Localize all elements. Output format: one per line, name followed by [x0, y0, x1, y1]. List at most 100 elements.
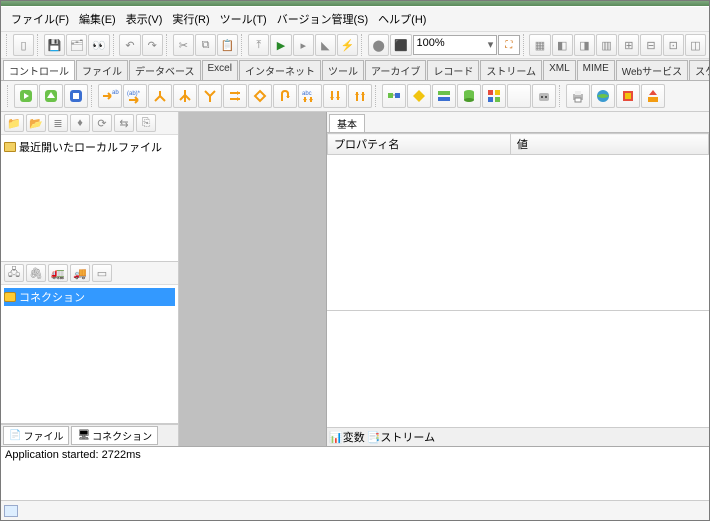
flow-box1-icon[interactable] [382, 84, 406, 108]
file-tree[interactable]: 最近開いたローカルファイル [1, 135, 178, 262]
save-icon[interactable]: 💾 [44, 34, 65, 56]
redo-icon[interactable]: ↷ [142, 34, 163, 56]
category-tab[interactable]: レコード [427, 60, 479, 80]
col-property-name[interactable]: プロパティ名 [328, 134, 511, 155]
branch-diamond-icon[interactable] [248, 84, 272, 108]
node-stop-icon[interactable] [64, 84, 88, 108]
sort-up-icon[interactable] [348, 84, 372, 108]
category-tab[interactable]: XML [543, 60, 576, 80]
node-up-icon[interactable] [39, 84, 63, 108]
category-tab[interactable]: インターネット [239, 60, 321, 80]
connection-tree[interactable]: コネクション [1, 285, 178, 424]
zoom-combo[interactable]: 100% [413, 35, 498, 55]
layout4-icon[interactable]: ⊞ [618, 34, 639, 56]
tree-connection-root[interactable]: コネクション [4, 288, 175, 306]
property-grid[interactable]: プロパティ名 値 [327, 133, 709, 311]
menu-bar: ファイル(F) 編集(E) 表示(V) 実行(R) ツール(T) バージョン管理… [1, 7, 709, 32]
zoom-fit-icon[interactable]: ⛶ [498, 35, 519, 55]
branch-split3-icon[interactable] [173, 84, 197, 108]
menu-run[interactable]: 実行(R) [168, 9, 213, 29]
category-tab[interactable]: データベース [129, 60, 201, 80]
align-top-icon[interactable]: ⤒ [248, 34, 269, 56]
flow-db-icon[interactable] [457, 84, 481, 108]
col-property-value[interactable]: 値 [510, 134, 708, 155]
flow-diamond-icon[interactable] [407, 84, 431, 108]
category-tab[interactable]: アーカイブ [365, 60, 426, 80]
conn-truck2-icon[interactable]: 🚚 [70, 264, 90, 282]
menu-view[interactable]: 表示(V) [122, 9, 167, 29]
fast-run-icon[interactable]: ⚡ [337, 34, 358, 56]
tab-connection[interactable]: 🖥コネクション [71, 426, 158, 445]
flow-group-icon[interactable] [482, 84, 506, 108]
left-panel: 📁 📂 ≣ ♦ ⟳ ⇆ ⎘ 最近開いたローカルファイル 🖧 🖇 🚛 🚚 ▭ コネ… [1, 112, 179, 446]
device-icon[interactable]: ▯ [13, 34, 34, 56]
layout7-icon[interactable]: ◫ [685, 34, 706, 56]
paste-icon[interactable]: 📋 [217, 34, 238, 56]
record-icon[interactable]: ⬤ [368, 34, 389, 56]
log-message: Application started: 2722ms [5, 449, 141, 461]
tab-basic[interactable]: 基本 [329, 114, 365, 132]
cut-icon[interactable]: ✂ [173, 34, 194, 56]
menu-tool[interactable]: ツール(T) [216, 9, 271, 29]
category-tab[interactable]: コントロール [3, 60, 75, 80]
menu-help[interactable]: ヘルプ(H) [374, 9, 430, 29]
undo-icon[interactable]: ↶ [119, 34, 140, 56]
sort-down-icon[interactable] [323, 84, 347, 108]
design-canvas[interactable] [179, 112, 327, 446]
link-icon[interactable]: ⎘ [136, 114, 156, 132]
globe-icon[interactable] [591, 84, 615, 108]
tab-variables[interactable]: 📊変数 [329, 429, 365, 445]
folder-up-icon[interactable]: 📁 [4, 114, 24, 132]
tree-recent-files[interactable]: 最近開いたローカルファイル [4, 138, 175, 156]
branch-uturn-icon[interactable] [273, 84, 297, 108]
category-tab[interactable]: ツール [322, 60, 364, 80]
layout2-icon[interactable]: ◨ [574, 34, 595, 56]
copy-icon[interactable]: ⧉ [195, 34, 216, 56]
save-group-icon[interactable]: 🗂 [66, 34, 87, 56]
branch-split2-icon[interactable] [148, 84, 172, 108]
view-list-icon[interactable]: ≣ [48, 114, 68, 132]
menu-edit[interactable]: 編集(E) [75, 9, 120, 29]
folder-new-icon[interactable]: 📂 [26, 114, 46, 132]
conn-box-icon[interactable]: ▭ [92, 264, 112, 282]
breakpoint-icon[interactable]: ◣ [315, 34, 336, 56]
refresh-icon[interactable]: ⟳ [92, 114, 112, 132]
branch-double-icon[interactable] [223, 84, 247, 108]
branch-ab-icon[interactable]: (ab)* [123, 84, 147, 108]
category-tab[interactable]: Webサービス [616, 60, 688, 80]
conn-edit-icon[interactable]: 🖇 [26, 264, 46, 282]
category-tab[interactable]: ストリーム [480, 60, 542, 80]
conn-truck1-icon[interactable]: 🚛 [48, 264, 68, 282]
run-part-icon[interactable]: ▸ [293, 34, 314, 56]
layout6-icon[interactable]: ⊡ [663, 34, 684, 56]
tag-icon[interactable] [616, 84, 640, 108]
branch-y-icon[interactable] [198, 84, 222, 108]
layout3-icon[interactable]: ▥ [596, 34, 617, 56]
category-tab[interactable]: MIME [577, 60, 615, 80]
category-tab[interactable]: スケジュール [689, 60, 709, 80]
branch-right-icon[interactable]: abc [98, 84, 122, 108]
tab-stream[interactable]: 📑ストリーム [367, 429, 435, 445]
moon-icon[interactable] [507, 84, 531, 108]
category-tab[interactable]: Excel [202, 60, 238, 80]
category-tab[interactable]: ファイル [76, 60, 128, 80]
menu-version[interactable]: バージョン管理(S) [273, 9, 372, 29]
conn-new-icon[interactable]: 🖧 [4, 264, 24, 282]
flow-box2-icon[interactable] [432, 84, 456, 108]
layout1-icon[interactable]: ◧ [552, 34, 573, 56]
log-panel[interactable]: Application started: 2722ms [1, 446, 709, 500]
robot-icon[interactable] [532, 84, 556, 108]
menu-file[interactable]: ファイル(F) [7, 9, 73, 29]
sort-abc-icon[interactable]: abc [298, 84, 322, 108]
view-tree-icon[interactable]: ♦ [70, 114, 90, 132]
node-start-icon[interactable] [14, 84, 38, 108]
upload-icon[interactable] [641, 84, 665, 108]
sync-icon[interactable]: ⇆ [114, 114, 134, 132]
layout5-icon[interactable]: ⊟ [640, 34, 661, 56]
tab-file[interactable]: 📄ファイル [3, 426, 69, 445]
stop-icon[interactable]: ⬛ [390, 34, 411, 56]
search-icon[interactable]: 👀 [88, 34, 109, 56]
printer-icon[interactable] [566, 84, 590, 108]
grid-icon[interactable]: ▦ [529, 34, 550, 56]
run-icon[interactable]: ▶ [270, 34, 291, 56]
